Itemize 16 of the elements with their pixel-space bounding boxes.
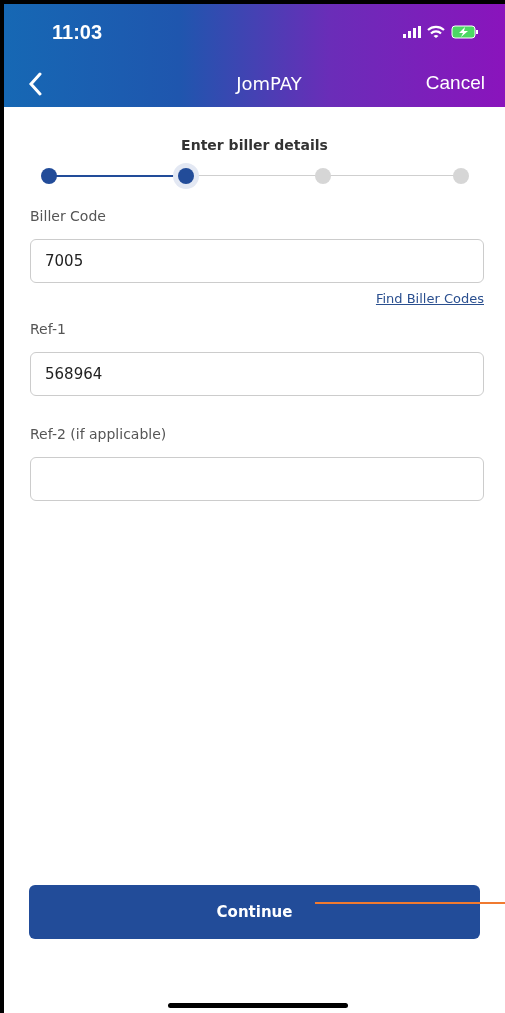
cancel-button[interactable]: Cancel [425, 69, 485, 98]
wifi-icon [427, 25, 445, 39]
step-label: Enter biller details [181, 136, 328, 155]
back-icon [28, 71, 42, 96]
input-field[interactable] [30, 456, 484, 501]
field-label: Ref-1 [30, 319, 67, 339]
field-label: Biller Code [30, 207, 107, 226]
battery-charging-icon [451, 25, 479, 39]
input-field[interactable]: 7005 [30, 239, 484, 283]
signal-icon [403, 26, 421, 38]
screen-title: JomPAY [236, 72, 302, 96]
status-time: 11:03 [52, 20, 103, 45]
continue-button[interactable]: Continue [29, 885, 480, 939]
input-field[interactable]: 568964 [30, 351, 484, 396]
find-biller-codes-link[interactable]: Find Biller Codes [375, 289, 484, 309]
field-label: Ref-2 (if applicable) [30, 424, 168, 444]
